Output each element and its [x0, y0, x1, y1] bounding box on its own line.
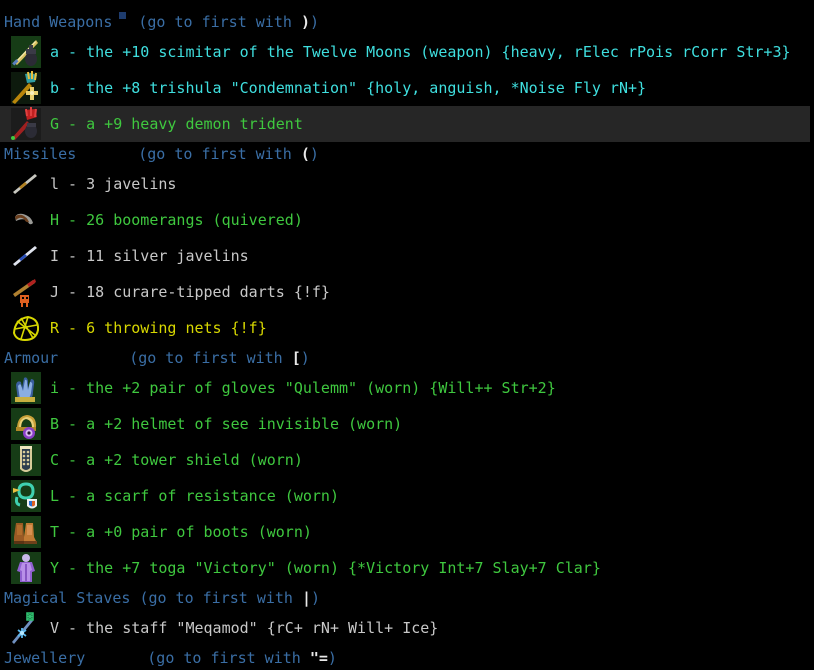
section-shortcut-key: |	[302, 589, 312, 607]
boomerang-icon	[6, 203, 46, 237]
inventory-item-row[interactable]: L - a scarf of resistance (worn)	[0, 478, 814, 514]
section-header-magical-staves: Magical Staves (go to first with |)	[0, 586, 814, 610]
item-text: L - a scarf of resistance (worn)	[50, 487, 339, 505]
gloves-icon	[6, 371, 46, 405]
throwing-net-icon	[6, 311, 46, 345]
inventory-item-row[interactable]: i - the +2 pair of gloves "Qulemm" (worn…	[0, 370, 814, 406]
demon-trident-icon	[6, 107, 46, 141]
staff-icon	[6, 611, 46, 645]
javelin-icon	[6, 167, 46, 201]
section-title: Hand Weapons	[4, 13, 113, 31]
section-title: Magical Staves	[4, 589, 131, 607]
section-title: Armour	[4, 349, 59, 367]
section-shortcut-key: )	[300, 13, 310, 31]
section-hint: (go to first with	[129, 349, 292, 367]
section-hint-close: )	[327, 649, 337, 667]
section-hint-close: )	[309, 145, 319, 163]
item-text: T - a +0 pair of boots (worn)	[50, 523, 312, 541]
inventory-item-row-selected[interactable]: G - a +9 heavy demon trident	[0, 106, 810, 142]
item-text: a - the +10 scimitar of the Twelve Moons…	[50, 43, 791, 61]
item-text: G - a +9 heavy demon trident	[50, 115, 303, 133]
inventory-item-row[interactable]: H - 26 boomerangs (quivered)	[0, 202, 814, 238]
curare-dart-icon	[6, 275, 46, 309]
section-header-jewellery: Jewellery (go to first with "=)	[0, 646, 814, 670]
inventory-item-row[interactable]: l - 3 javelins	[0, 166, 814, 202]
section-hint: (go to first with	[147, 649, 310, 667]
inventory-screen: Hand Weapons (go to first with )) a - th…	[0, 10, 814, 668]
section-shortcut-key: [	[291, 349, 301, 367]
item-text: I - 11 silver javelins	[50, 247, 249, 265]
section-header-hand-weapons: Hand Weapons (go to first with ))	[0, 10, 814, 34]
inventory-item-row[interactable]: T - a +0 pair of boots (worn)	[0, 514, 814, 550]
item-text: b - the +8 trishula "Condemnation" {holy…	[50, 79, 647, 97]
section-title: Missiles	[4, 145, 77, 163]
item-text: i - the +2 pair of gloves "Qulemm" (worn…	[50, 379, 556, 397]
section-hint-close: )	[300, 349, 310, 367]
section-header-missiles: Missiles (go to first with ()	[0, 142, 814, 166]
section-hint-close: )	[309, 13, 319, 31]
inventory-item-row[interactable]: V - the staff "Meqamod" {rC+ rN+ Will+ I…	[0, 610, 814, 646]
inventory-item-row[interactable]: B - a +2 helmet of see invisible (worn)	[0, 406, 814, 442]
silver-javelin-icon	[6, 239, 46, 273]
boots-icon	[6, 515, 46, 549]
item-text: H - 26 boomerangs (quivered)	[50, 211, 303, 229]
section-hint: (go to first with	[138, 145, 301, 163]
scimitar-icon	[6, 35, 46, 69]
tower-shield-icon	[6, 443, 46, 477]
item-text: C - a +2 tower shield (worn)	[50, 451, 303, 469]
inventory-item-row[interactable]: I - 11 silver javelins	[0, 238, 814, 274]
helmet-icon	[6, 407, 46, 441]
section-title: Jewellery	[4, 649, 86, 667]
item-text: Y - the +7 toga "Victory" (worn) {*Victo…	[50, 559, 601, 577]
item-text: B - a +2 helmet of see invisible (worn)	[50, 415, 403, 433]
section-hint: (go to first with	[138, 13, 301, 31]
inventory-item-row[interactable]: R - 6 throwing nets {!f}	[0, 310, 814, 346]
section-shortcut-key: (	[300, 145, 310, 163]
inventory-item-row[interactable]: J - 18 curare-tipped darts {!f}	[0, 274, 814, 310]
inventory-item-row[interactable]: a - the +10 scimitar of the Twelve Moons…	[0, 34, 814, 70]
section-hint: (go to first with	[139, 589, 302, 607]
item-text: V - the staff "Meqamod" {rC+ rN+ Will+ I…	[50, 619, 439, 637]
toga-icon	[6, 551, 46, 585]
section-shortcut-key: "=	[309, 649, 328, 667]
inventory-item-row[interactable]: Y - the +7 toga "Victory" (worn) {*Victo…	[0, 550, 814, 586]
inventory-item-row[interactable]: b - the +8 trishula "Condemnation" {holy…	[0, 70, 814, 106]
scarf-icon	[6, 479, 46, 513]
inventory-item-row[interactable]: C - a +2 tower shield (worn)	[0, 442, 814, 478]
section-header-armour: Armour (go to first with [)	[0, 346, 814, 370]
section-hint-close: )	[311, 589, 321, 607]
item-text: J - 18 curare-tipped darts {!f}	[50, 283, 330, 301]
item-text: R - 6 throwing nets {!f}	[50, 319, 267, 337]
item-text: l - 3 javelins	[50, 175, 177, 193]
trishula-icon	[6, 71, 46, 105]
